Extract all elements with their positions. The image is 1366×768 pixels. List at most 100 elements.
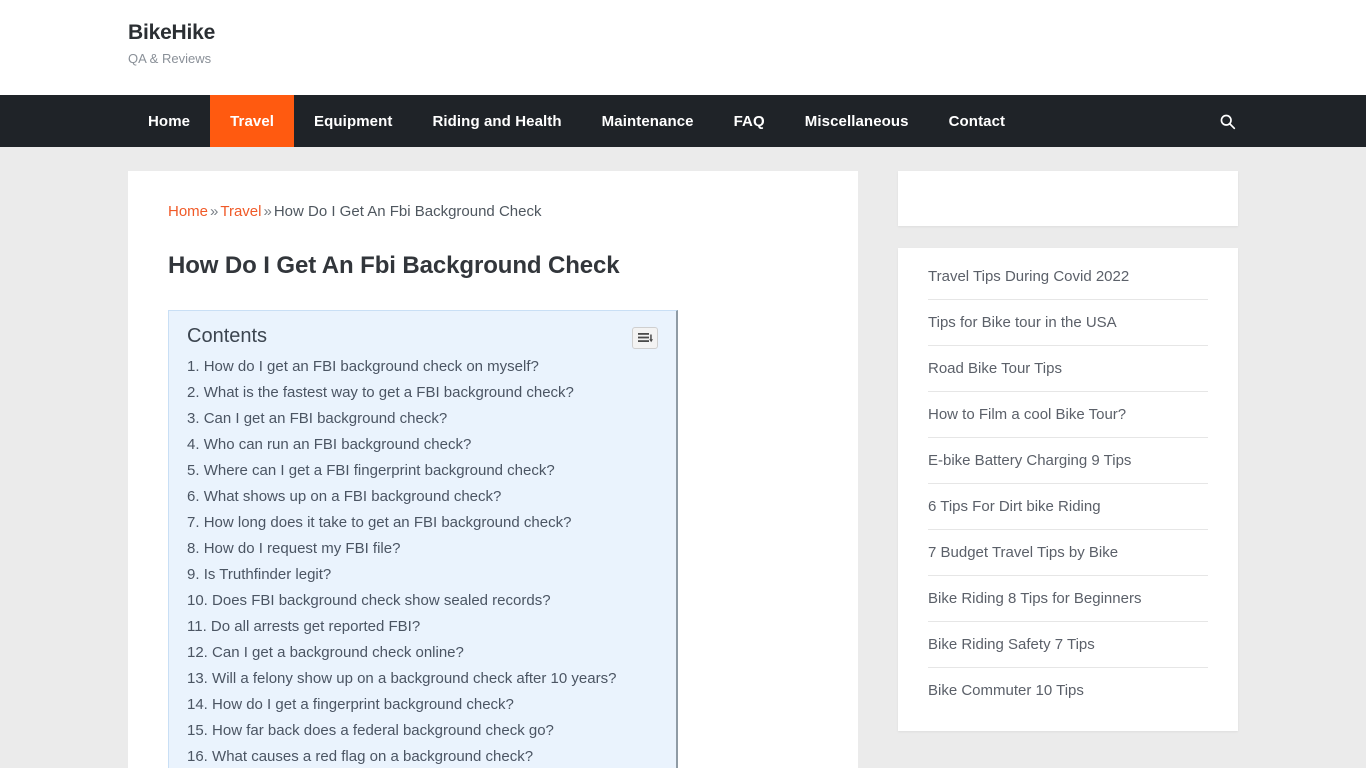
toc-item[interactable]: 9. Is Truthfinder legit? — [187, 562, 658, 588]
sidebar-link[interactable]: Bike Commuter 10 Tips — [928, 668, 1208, 713]
toc-toggle-button[interactable] — [632, 327, 658, 349]
toc-item[interactable]: 16. What causes a red flag on a backgrou… — [187, 744, 658, 768]
toc-item-number: 3. — [187, 410, 200, 427]
toc-item-number: 1. — [187, 358, 200, 375]
table-of-contents: Contents 1. How do I get an FBI backgrou… — [168, 310, 678, 768]
nav-item-riding-and-health[interactable]: Riding and Health — [412, 95, 581, 147]
sidebar-link[interactable]: Bike Riding Safety 7 Tips — [928, 622, 1208, 667]
sidebar-widget-links: Travel Tips During Covid 2022 Tips for Bi… — [898, 248, 1238, 731]
toc-item[interactable]: 14. How do I get a fingerprint backgroun… — [187, 692, 658, 718]
list-item: Bike Commuter 10 Tips — [928, 668, 1208, 713]
toc-header: Contents — [181, 325, 658, 354]
nav-item-equipment[interactable]: Equipment — [294, 95, 412, 147]
toc-item[interactable]: 5. Where can I get a FBI fingerprint bac… — [187, 458, 658, 484]
toc-item-label: Can I get an FBI background check? — [203, 410, 448, 427]
list-item: 6 Tips For Dirt bike Riding — [928, 484, 1208, 530]
toc-item-label: How do I get an FBI background check on … — [203, 358, 539, 375]
toc-item[interactable]: 13. Will a felony show up on a backgroun… — [187, 666, 658, 692]
toc-item-number: 2. — [187, 384, 200, 401]
breadcrumb-separator-2: » — [263, 203, 272, 220]
toc-item[interactable]: 8. How do I request my FBI file? — [187, 536, 658, 562]
toc-item-label: Will a felony show up on a background ch… — [212, 670, 617, 687]
toc-item-label: How far back does a federal background c… — [212, 722, 554, 739]
sidebar-link[interactable]: 6 Tips For Dirt bike Riding — [928, 484, 1208, 529]
toc-list: 1. How do I get an FBI background check … — [181, 354, 658, 768]
toc-item-label: Can I get a background check online? — [212, 644, 464, 661]
breadcrumb-current: How Do I Get An Fbi Background Check — [273, 203, 542, 220]
toc-item[interactable]: 7. How long does it take to get an FBI b… — [187, 510, 658, 536]
toc-item[interactable]: 12. Can I get a background check online? — [187, 640, 658, 666]
toc-item-number: 10. — [187, 592, 208, 609]
site-header: BikeHike QA & Reviews — [0, 0, 1366, 95]
main-navigation: Home Travel Equipment Riding and Health Main… — [0, 95, 1366, 147]
list-item: Road Bike Tour Tips — [928, 346, 1208, 392]
breadcrumb-home-link[interactable]: Home — [168, 203, 208, 220]
list-item: Bike Riding 8 Tips for Beginners — [928, 576, 1208, 622]
toc-item-number: 5. — [187, 462, 200, 479]
toc-item-label: What is the fastest way to get a FBI bac… — [203, 384, 574, 401]
toc-item-number: 13. — [187, 670, 208, 687]
toc-item-number: 16. — [187, 748, 208, 765]
nav-item-miscellaneous[interactable]: Miscellaneous — [785, 95, 929, 147]
sidebar-link[interactable]: Tips for Bike tour in the USA — [928, 300, 1208, 345]
breadcrumb-separator-1: » — [210, 203, 219, 220]
nav-item-travel[interactable]: Travel — [210, 95, 295, 147]
toc-item-label: How do I get a fingerprint background ch… — [212, 696, 514, 713]
toc-item[interactable]: 10. Does FBI background check show seale… — [187, 588, 658, 614]
toc-item-number: 7. — [187, 514, 200, 531]
toc-item[interactable]: 3. Can I get an FBI background check? — [187, 406, 658, 432]
toc-item-label: How long does it take to get an FBI back… — [203, 514, 572, 531]
toc-item-number: 6. — [187, 488, 200, 505]
toc-item-number: 11. — [187, 618, 207, 635]
sidebar-link[interactable]: Bike Riding 8 Tips for Beginners — [928, 576, 1208, 621]
toc-item-number: 8. — [187, 540, 200, 557]
site-tagline: QA & Reviews — [128, 51, 212, 67]
toc-heading: Contents — [187, 325, 268, 347]
sidebar-link[interactable]: E-bike Battery Charging 9 Tips — [928, 438, 1208, 483]
nav-item-home[interactable]: Home — [128, 95, 210, 147]
toc-item[interactable]: 2. What is the fastest way to get a FBI … — [187, 380, 658, 406]
toc-item-number: 4. — [187, 436, 200, 453]
list-item: How to Film a cool Bike Tour? — [928, 392, 1208, 438]
sidebar-widget-empty — [898, 171, 1238, 226]
sidebar-link[interactable]: Travel Tips During Covid 2022 — [928, 254, 1208, 299]
sidebar-link-list: Travel Tips During Covid 2022 Tips for Bi… — [928, 254, 1208, 713]
list-item: 7 Budget Travel Tips by Bike — [928, 530, 1208, 576]
toc-item[interactable]: 6. What shows up on a FBI background che… — [187, 484, 658, 510]
toc-item-number: 15. — [187, 722, 208, 739]
page-title: How Do I Get An Fbi Background Check — [168, 252, 620, 279]
list-item: Bike Riding Safety 7 Tips — [928, 622, 1208, 668]
breadcrumb: Home» Travel» How Do I Get An Fbi Backgrou… — [168, 201, 818, 222]
toc-item-number: 12. — [187, 644, 208, 661]
toc-item-label: How do I request my FBI file? — [203, 540, 401, 557]
list-item: Travel Tips During Covid 2022 — [928, 254, 1208, 300]
toc-item[interactable]: 1. How do I get an FBI background check … — [187, 354, 658, 380]
toc-item-number: 14. — [187, 696, 208, 713]
toc-item-label: What shows up on a FBI background check? — [203, 488, 502, 505]
nav-item-maintenance[interactable]: Maintenance — [582, 95, 714, 147]
toc-item-label: Do all arrests get reported FBI? — [210, 618, 421, 635]
page-wrapper: Home» Travel» How Do I Get An Fbi Backgrou… — [0, 147, 1366, 768]
search-icon — [1220, 114, 1236, 129]
toc-item-label: Who can run an FBI background check? — [203, 436, 472, 453]
sidebar-link[interactable]: Road Bike Tour Tips — [928, 346, 1208, 391]
list-item: E-bike Battery Charging 9 Tips — [928, 438, 1208, 484]
nav-list: Home Travel Equipment Riding and Health Main… — [0, 95, 1025, 147]
toc-item[interactable]: 4. Who can run an FBI background check? — [187, 432, 658, 458]
breadcrumb-travel-link[interactable]: Travel — [220, 203, 261, 220]
list-toggle-icon — [637, 332, 653, 342]
toc-item-label: What causes a red flag on a background c… — [212, 748, 534, 765]
nav-item-faq[interactable]: FAQ — [714, 95, 785, 147]
search-toggle-button[interactable] — [1219, 95, 1236, 147]
toc-item[interactable]: 11. Do all arrests get reported FBI? — [187, 614, 658, 640]
main-content-card: Home» Travel» How Do I Get An Fbi Backgrou… — [128, 171, 858, 768]
sidebar: Travel Tips During Covid 2022 Tips for Bi… — [898, 171, 1238, 731]
toc-item-label: Where can I get a FBI fingerprint backgr… — [203, 462, 555, 479]
site-title[interactable]: BikeHike — [128, 20, 1366, 45]
sidebar-link[interactable]: 7 Budget Travel Tips by Bike — [928, 530, 1208, 575]
nav-item-contact[interactable]: Contact — [929, 95, 1026, 147]
sidebar-link[interactable]: How to Film a cool Bike Tour? — [928, 392, 1208, 437]
toc-item-number: 9. — [187, 566, 200, 583]
toc-item[interactable]: 15. How far back does a federal backgrou… — [187, 718, 658, 744]
toc-item-label: Does FBI background check show sealed re… — [212, 592, 551, 609]
